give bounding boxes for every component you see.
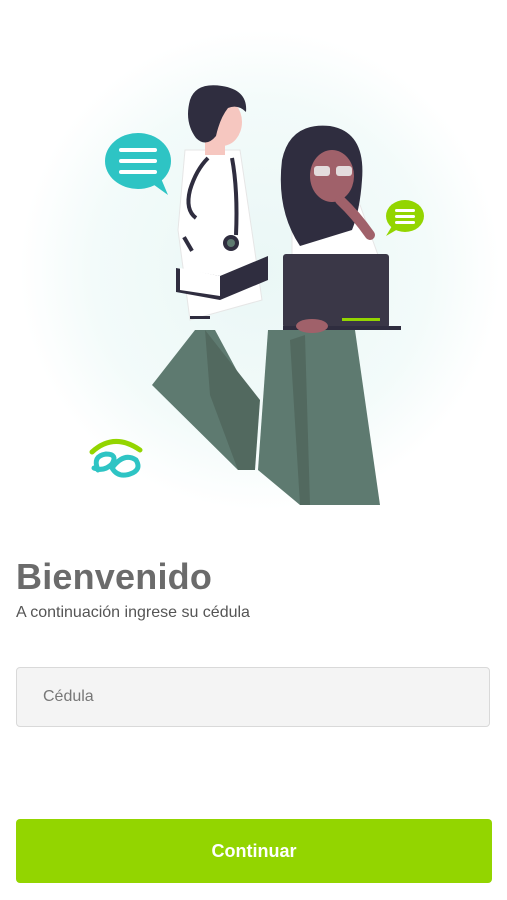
cedula-input[interactable] xyxy=(17,668,489,726)
welcome-subtitle: A continuación ingrese su cédula xyxy=(16,604,250,621)
hero-illustration xyxy=(0,0,507,530)
continue-button[interactable]: Continuar xyxy=(16,819,492,883)
login-screen: Bienvenido A continuación ingrese su céd… xyxy=(0,0,507,900)
welcome-title: Bienvenido xyxy=(16,556,213,597)
cedula-field xyxy=(16,667,490,727)
